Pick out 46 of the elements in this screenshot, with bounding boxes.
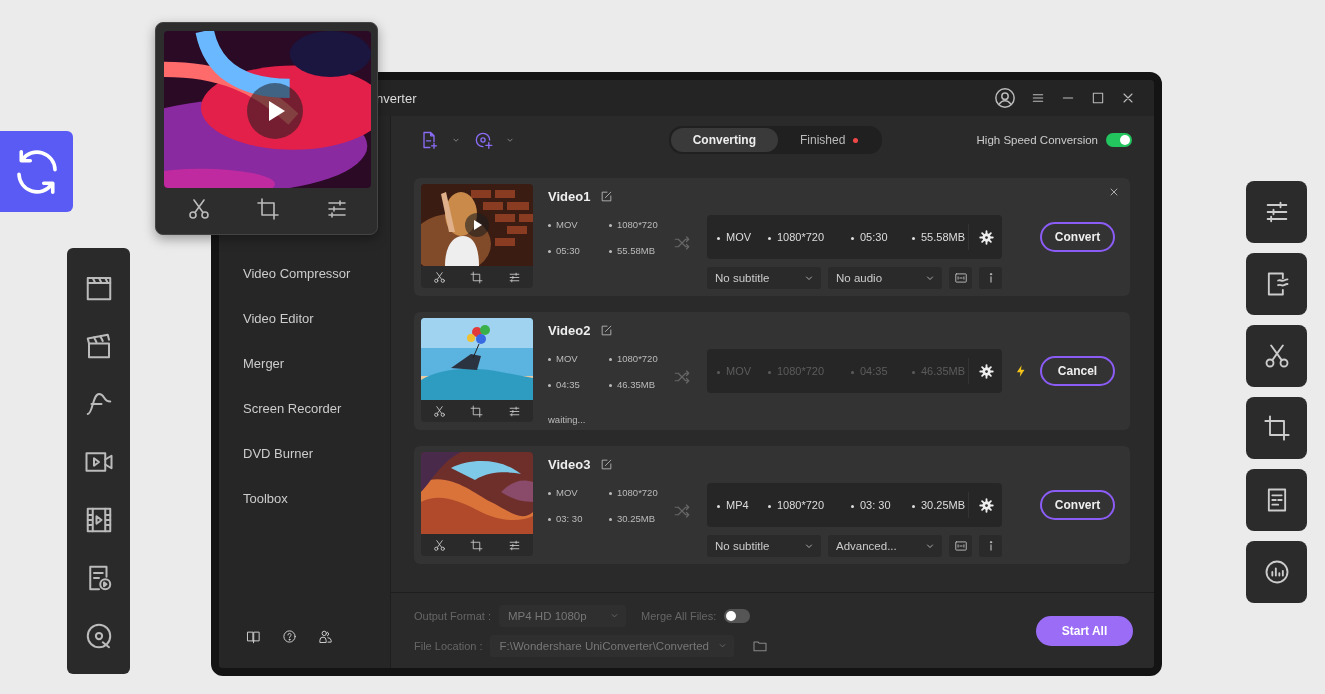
video-property: 55.58MB	[609, 244, 672, 256]
output-property: MOV	[715, 231, 766, 243]
audio-dropdown[interactable]: No audio	[828, 267, 942, 289]
video-property: 03: 30	[548, 512, 609, 524]
output-property: 55.58MB	[910, 231, 966, 243]
subtitle-dropdown[interactable]: No subtitle	[707, 535, 821, 557]
output-settings-panel[interactable]: MOV 1080*720 05:30 55.58MB	[707, 215, 1002, 259]
sidebar-item[interactable]: Video Editor	[243, 296, 390, 341]
output-property: 03: 30	[849, 499, 910, 511]
tab[interactable]: Finished	[778, 128, 881, 152]
video-title: Video3	[548, 456, 591, 472]
output-settings-panel[interactable]: MP4 1080*720 03: 30 30.25MB	[707, 483, 1002, 527]
video-property: 1080*720	[609, 352, 672, 364]
video-property: 46.35MB	[609, 378, 672, 390]
convert-button[interactable]: Convert	[1040, 222, 1115, 252]
video-property: MOV	[548, 486, 609, 498]
audio-dropdown[interactable]: Advanced...	[828, 535, 942, 557]
status-text: waiting...	[548, 413, 587, 427]
output-property: 30.25MB	[910, 499, 966, 511]
high-speed-label: High Speed Conversion	[976, 134, 1098, 146]
file-location-label: File Location :	[414, 639, 483, 652]
sidebar-item[interactable]: Toolbox	[243, 476, 390, 521]
sidebar-item[interactable]: Merger	[243, 341, 390, 386]
merge-label: Merge All Files:	[641, 609, 717, 622]
cancel-button[interactable]: Cancel	[1040, 356, 1115, 386]
video-property: 1080*720	[609, 486, 672, 498]
output-property: MP4	[715, 499, 766, 511]
tab[interactable]: Converting	[670, 128, 778, 152]
subtitle-dropdown[interactable]: No subtitle	[707, 267, 821, 289]
convert-button[interactable]: Convert	[1040, 490, 1115, 520]
video-property: MOV	[548, 352, 609, 364]
output-property: 1080*720	[766, 499, 849, 511]
video-property: 05:30	[548, 244, 609, 256]
video-title: Video1	[548, 188, 591, 204]
sidebar-item[interactable]: Screen Recorder	[243, 386, 390, 431]
output-property: 05:30	[849, 231, 910, 243]
start-all-button[interactable]: Start All	[1036, 615, 1133, 646]
video-property: MOV	[548, 218, 609, 230]
video-property: 1080*720	[609, 218, 672, 230]
video-property: 30.25MB	[609, 512, 672, 524]
output-property: 1080*720	[766, 231, 849, 243]
sidebar-item[interactable]: Video Compressor	[243, 251, 390, 296]
output-format-label: Output Format :	[414, 609, 492, 622]
video-property: 04:35	[548, 378, 609, 390]
video-title: Video2	[548, 322, 591, 338]
sidebar-item[interactable]: DVD Burner	[243, 431, 390, 476]
